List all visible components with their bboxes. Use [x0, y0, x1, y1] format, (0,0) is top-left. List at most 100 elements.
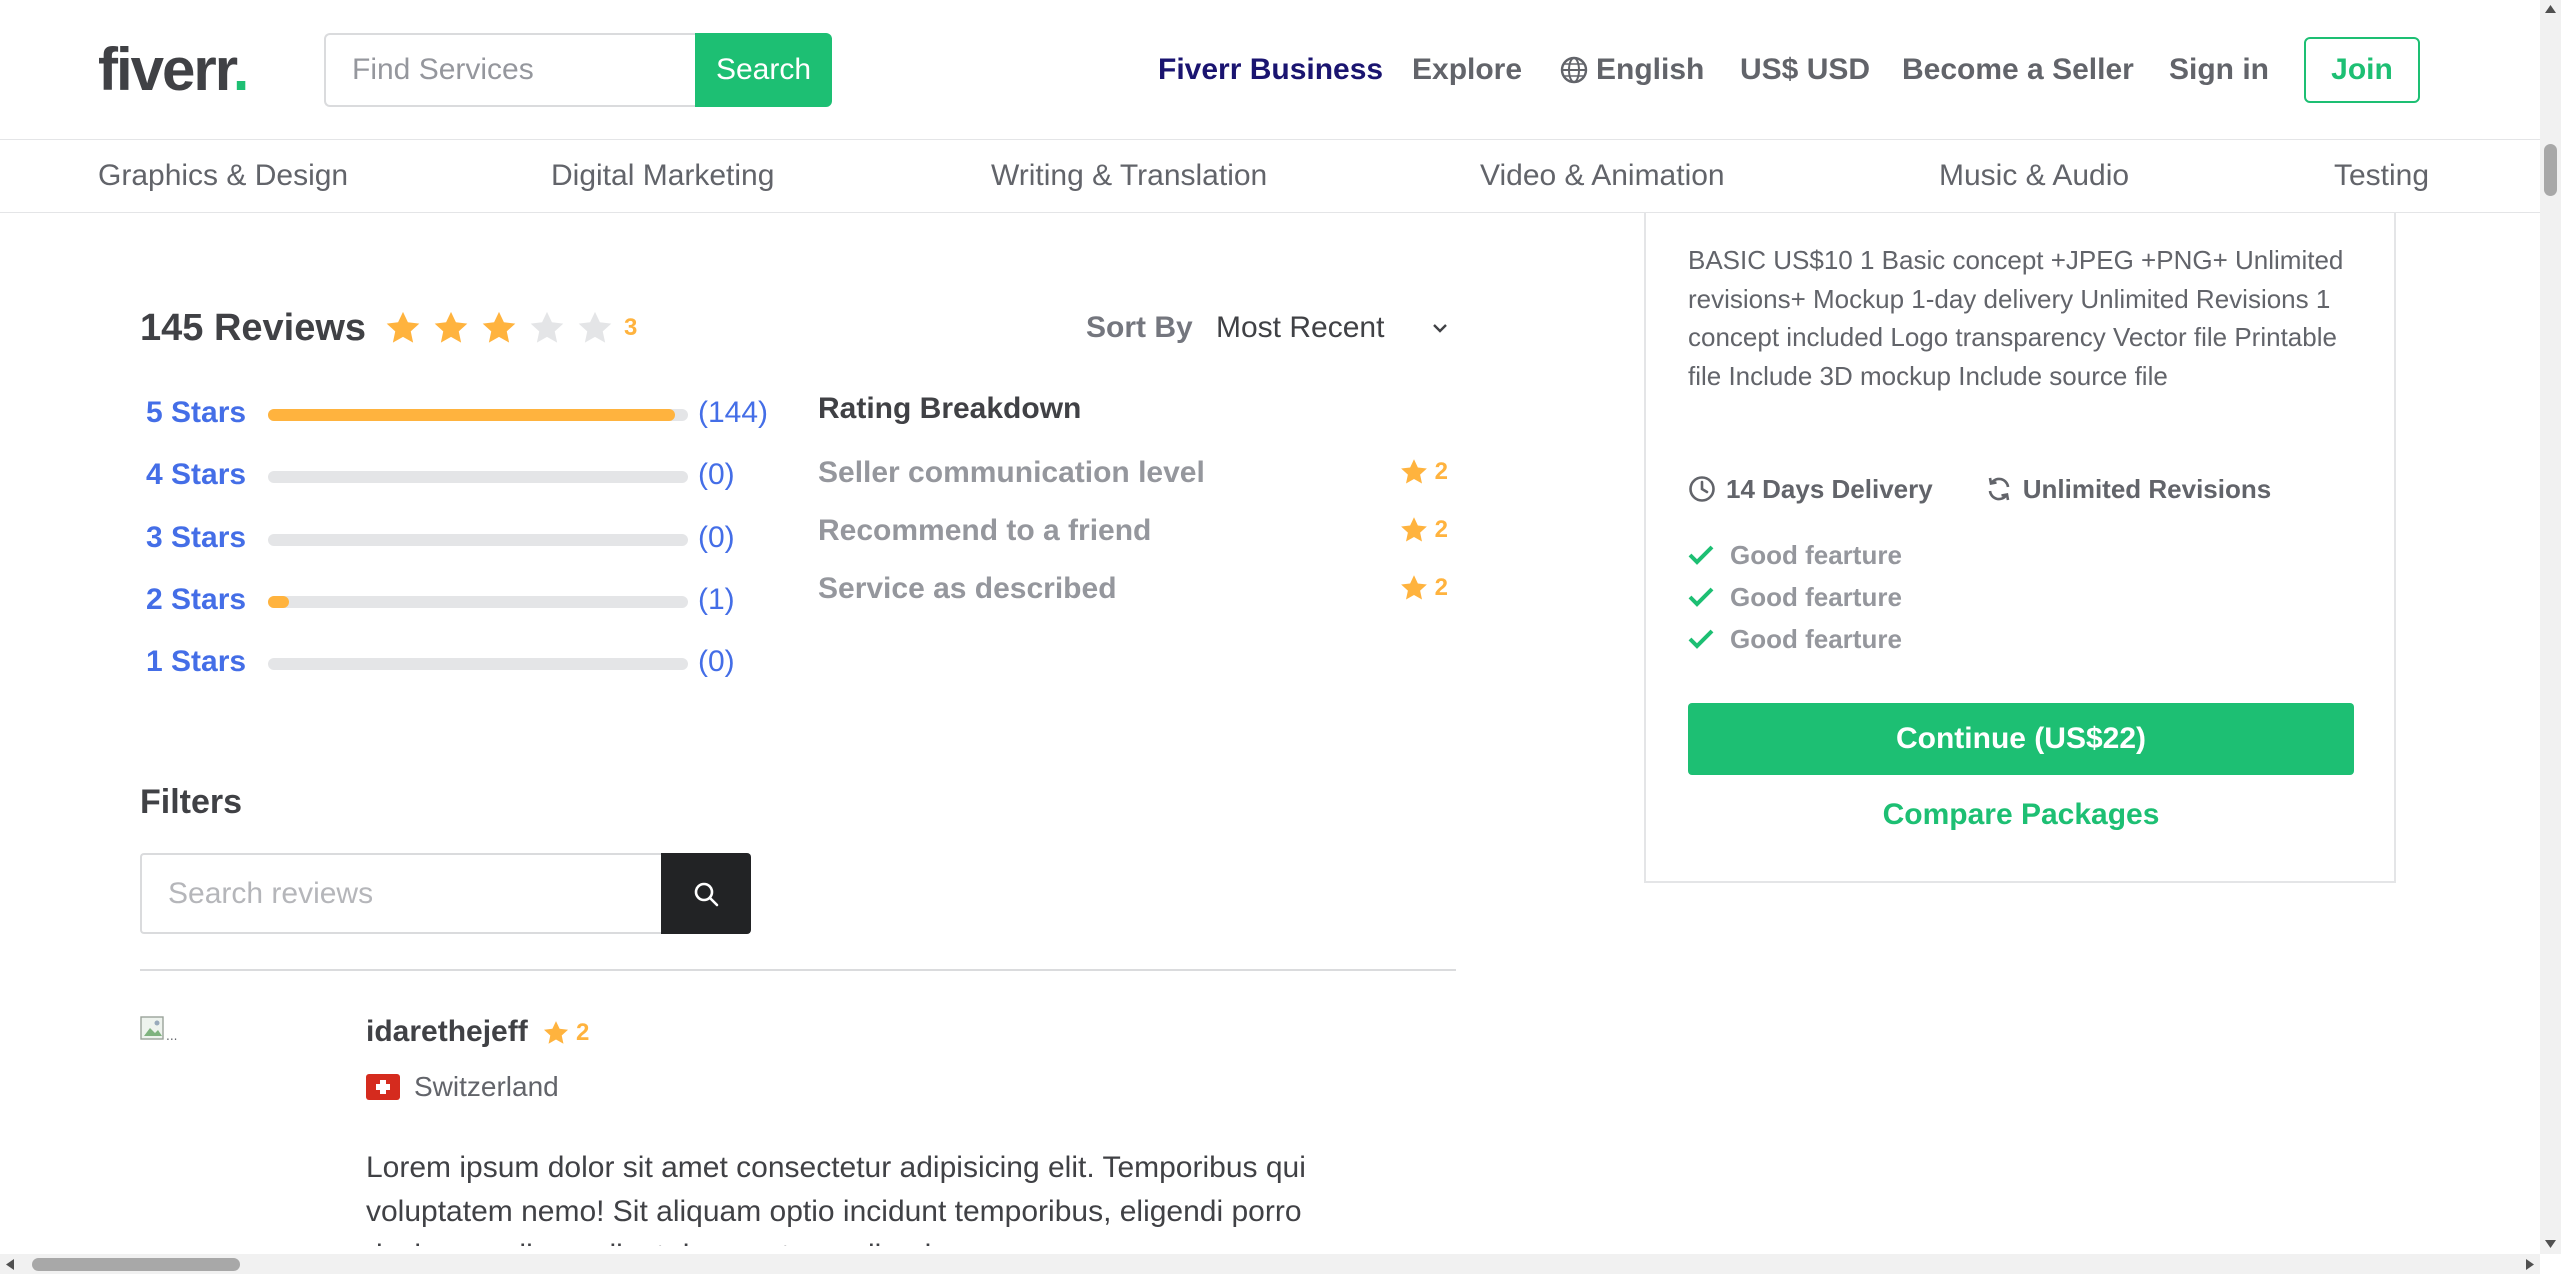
horizontal-scrollbar-thumb[interactable] — [32, 1258, 240, 1271]
category-video-animation[interactable]: Video & Animation — [1480, 158, 1725, 194]
overall-rating-value: 3 — [624, 314, 638, 341]
category-digital-marketing[interactable]: Digital Marketing — [551, 158, 774, 194]
check-icon — [1688, 587, 1714, 607]
scroll-up-arrow-icon[interactable] — [2545, 5, 2556, 13]
compare-packages-link[interactable]: Compare Packages — [1688, 795, 2354, 835]
star-icon — [434, 311, 468, 343]
nav-fiverr-business[interactable]: Fiverr Business — [1158, 50, 1383, 90]
join-button[interactable]: Join — [2304, 37, 2420, 103]
category-music-audio[interactable]: Music & Audio — [1939, 158, 2129, 194]
vertical-scrollbar-thumb[interactable] — [2544, 144, 2557, 196]
sort-by-label: Sort By — [1086, 311, 1193, 344]
divider — [140, 969, 1456, 971]
star-filter-label[interactable]: 4 Stars — [146, 455, 246, 495]
star-filter-label[interactable]: 3 Stars — [146, 518, 246, 558]
category-bar: Graphics & Design Digital Marketing Writ… — [0, 140, 2540, 213]
rating-bar — [268, 596, 688, 608]
avatar: ... — [140, 1016, 177, 1043]
breakdown-value-text: 2 — [1434, 516, 1448, 543]
filters-title: Filters — [140, 783, 243, 821]
category-testing[interactable]: Testing — [2334, 158, 2429, 194]
package-meta: 14 Days Delivery Unlimited Revisions — [1688, 471, 2271, 507]
star-icon — [1400, 517, 1427, 542]
review-username[interactable]: idarethejeff — [366, 1014, 528, 1050]
review-text: Lorem ipsum dolor sit amet consectetur a… — [366, 1151, 1306, 1246]
package-card: BASIC US$10 1 Basic concept +JPEG +PNG+ … — [1644, 213, 2396, 883]
refresh-icon — [1988, 477, 2010, 501]
star-filter-label[interactable]: 2 Stars — [146, 580, 246, 620]
nav-become-seller[interactable]: Become a Seller — [1902, 50, 2134, 90]
rating-breakdown-title: Rating Breakdown — [818, 392, 1082, 425]
scroll-down-arrow-icon[interactable] — [2545, 1240, 2556, 1248]
horizontal-scrollbar[interactable] — [0, 1254, 2540, 1274]
star-count: (0) — [698, 521, 735, 554]
breakdown-value-text: 2 — [1434, 574, 1448, 601]
svg-text:...: ... — [166, 1029, 177, 1043]
nav-language-label: English — [1596, 53, 1705, 86]
nav-sign-in[interactable]: Sign in — [2169, 50, 2269, 90]
search-reviews-input[interactable]: Search reviews — [140, 853, 662, 934]
top-header: fiverr. Find Services Search Fiverr Busi… — [0, 0, 2540, 140]
breakdown-row: Service as described 2 — [818, 569, 1448, 609]
overall-rating-stars — [384, 306, 614, 350]
star-icon — [543, 1021, 569, 1044]
review-rating-value: 2 — [576, 1019, 590, 1046]
delivery-time: 14 Days Delivery — [1726, 473, 1933, 504]
star-count: (1) — [698, 583, 735, 616]
breakdown-value-text: 2 — [1434, 458, 1448, 485]
breakdown-row: Recommend to a friend 2 — [818, 511, 1448, 551]
breakdown-value: 2 — [1399, 515, 1448, 545]
check-icon — [1688, 545, 1714, 565]
rating-bar-fill — [268, 596, 289, 608]
search-button[interactable]: Search — [695, 33, 832, 107]
vertical-scrollbar[interactable] — [2540, 0, 2561, 1254]
star-count: (144) — [698, 396, 769, 429]
switzerland-flag-icon — [366, 1074, 400, 1100]
star-icon — [482, 311, 516, 343]
breakdown-label: Service as described — [818, 572, 1117, 605]
reviews-count-title: 145 Reviews — [140, 307, 367, 349]
chevron-down-icon[interactable] — [1430, 318, 1450, 338]
star-icon — [578, 311, 612, 343]
globe-icon — [1560, 56, 1588, 84]
continue-button[interactable]: Continue (US$22) — [1688, 703, 2354, 775]
star-icon — [530, 311, 564, 343]
clock-icon — [1689, 476, 1715, 502]
rating-bar — [268, 409, 688, 421]
search-reviews-button[interactable] — [661, 853, 751, 934]
breakdown-value: 2 — [1399, 457, 1448, 487]
star-icon — [1400, 575, 1427, 600]
package-feature: Good fearture — [1688, 537, 1902, 573]
find-services-input[interactable]: Find Services — [324, 33, 696, 107]
category-writing-translation[interactable]: Writing & Translation — [991, 158, 1267, 194]
rating-bar-fill — [268, 409, 676, 421]
review-rating: 2 — [542, 1018, 589, 1048]
nav-language[interactable]: English — [1560, 50, 1704, 90]
revisions-count: Unlimited Revisions — [2022, 473, 2272, 504]
review-country: Switzerland — [414, 1071, 559, 1102]
star-count: (0) — [698, 645, 735, 678]
breakdown-label: Seller communication level — [818, 456, 1205, 489]
sort-select[interactable]: Most Recent — [1216, 312, 1384, 344]
star-filter-label[interactable]: 1 Stars — [146, 642, 246, 682]
scroll-left-arrow-icon[interactable] — [6, 1259, 14, 1270]
package-description: BASIC US$10 1 Basic concept +JPEG +PNG+ … — [1688, 245, 2344, 391]
fiverr-logo[interactable]: fiverr. — [98, 36, 249, 104]
check-icon — [1688, 629, 1714, 649]
star-icon — [386, 311, 420, 343]
nav-explore[interactable]: Explore — [1412, 50, 1522, 90]
scroll-right-arrow-icon[interactable] — [2526, 1259, 2534, 1270]
rating-bar — [268, 471, 688, 483]
search-icon — [694, 882, 719, 906]
breakdown-value: 2 — [1399, 573, 1448, 603]
star-icon — [1400, 459, 1427, 484]
star-count: (0) — [698, 458, 735, 491]
breakdown-label: Recommend to a friend — [818, 514, 1152, 547]
package-feature: Good fearture — [1688, 621, 1902, 657]
breakdown-row: Seller communication level 2 — [818, 453, 1448, 493]
rating-bar — [268, 658, 688, 670]
category-graphics-design[interactable]: Graphics & Design — [98, 158, 348, 194]
star-filter-label[interactable]: 5 Stars — [146, 393, 246, 433]
nav-currency[interactable]: US$ USD — [1740, 50, 1870, 90]
package-feature: Good fearture — [1688, 579, 1902, 615]
